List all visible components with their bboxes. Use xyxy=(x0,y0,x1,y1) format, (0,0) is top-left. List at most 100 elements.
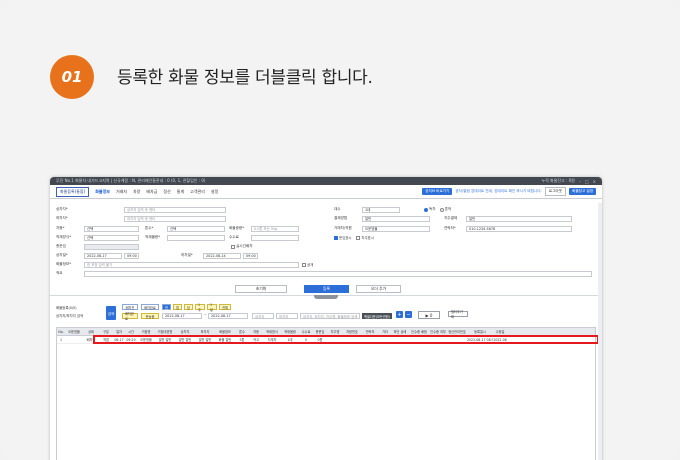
excel-download-button[interactable]: 엑셀다운(모든권한) xyxy=(362,313,392,319)
column-header[interactable]: 상태 xyxy=(83,329,99,334)
car-select[interactable]: 선택 xyxy=(84,225,139,232)
minimize-icon[interactable]: – xyxy=(579,179,581,184)
column-header[interactable]: 수수료 xyxy=(299,329,313,334)
column-header[interactable]: 차주명 xyxy=(327,329,343,334)
column-header[interactable]: 하차지 xyxy=(195,329,215,334)
nav-customers[interactable]: 고객관리 xyxy=(190,189,205,195)
driver-display-check[interactable]: 차주표시 xyxy=(356,235,374,240)
commission-input[interactable] xyxy=(251,234,299,241)
splitter-handle[interactable] xyxy=(314,295,338,299)
row-dates: 상차일* 2022-08-17 09:00 하차일* 2022-08-14 09… xyxy=(56,252,258,259)
realtime-dispatch-check[interactable]: 실시간배차 xyxy=(231,244,253,249)
radio-mixed[interactable]: 혼적 xyxy=(439,207,451,212)
status-chip-yellow-in-transit[interactable]: 운송중 xyxy=(141,313,159,319)
memo-input[interactable] xyxy=(84,270,592,277)
logout-button[interactable]: 로그아웃 xyxy=(544,187,567,196)
combo-consignee[interactable]: 하차지 xyxy=(276,313,298,319)
column-header[interactable]: 거점대표명 xyxy=(155,329,175,334)
column-header[interactable]: 적재물량 xyxy=(281,329,299,334)
keyword-search-input[interactable]: 상차지, 하차지, 차주명, 화물정보 검색 xyxy=(300,313,360,319)
column-header[interactable]: No. xyxy=(57,330,65,334)
filter-chip-week[interactable]: 1주 xyxy=(195,303,205,312)
add-order-button[interactable]: 오더 추가 xyxy=(356,285,401,293)
unload-date-input[interactable]: 2022-08-14 xyxy=(203,252,241,259)
cargo-weight-input[interactable]: 0.0톤 또는 0kg xyxy=(251,225,299,232)
consignee-input[interactable]: 하차지 입력 후 엔터 xyxy=(124,215,226,222)
filter-chip-total[interactable]: 전체 xyxy=(219,304,231,310)
driver-display-label: 차주표시 xyxy=(361,236,374,240)
cargo-info-input[interactable]: 한 포장 입력 불가 xyxy=(84,261,299,268)
filter-chip-2[interactable]: 접 xyxy=(173,304,182,310)
notice-button[interactable]: 공지M 바로가기 xyxy=(422,188,453,195)
column-header[interactable]: 시간 xyxy=(125,329,137,334)
maximize-icon[interactable]: □ xyxy=(585,179,589,184)
status-chip-before-dispatch[interactable]: 배차전 xyxy=(122,304,138,310)
ton-select[interactable]: 선택 xyxy=(167,225,225,232)
unload-time-select[interactable]: 09:00 xyxy=(243,252,258,259)
nav-dispatch-fee[interactable]: 배차금 xyxy=(146,189,157,195)
nav-clients[interactable]: 거래처 xyxy=(116,189,127,195)
nav-vehicles[interactable]: 차량 xyxy=(133,189,140,195)
column-header[interactable]: 구분 xyxy=(99,329,113,334)
play-button[interactable]: ▶ 0 xyxy=(418,311,440,319)
cargo-public-check[interactable]: 공개 xyxy=(302,262,313,267)
status-chip-dispatched[interactable]: 배차완료 xyxy=(141,304,159,310)
column-header[interactable]: 인수증 배정 xyxy=(409,329,429,334)
remove-row-button[interactable]: − xyxy=(405,311,412,318)
warehouse-settings-button[interactable]: 화물창고 설정 xyxy=(569,188,596,195)
shipper-input[interactable]: 상차지 입력 후 엔터 xyxy=(124,206,226,213)
load-method-select[interactable]: 선택 xyxy=(84,234,139,241)
column-header[interactable]: 등록일시 xyxy=(467,329,493,334)
reset-button[interactable]: 초기화 xyxy=(235,285,287,293)
column-header[interactable]: 정산관리번호 xyxy=(447,329,467,334)
notice-text[interactable]: 공지/알림 업데이트 안내, 업데이트 확인 하시기 바랍니다. xyxy=(455,189,541,194)
load-count-input[interactable] xyxy=(167,234,225,241)
column-header[interactable]: 기타 xyxy=(379,329,391,334)
load-date-input[interactable]: 2022-08-17 xyxy=(84,252,122,259)
column-header[interactable]: 하단 상태 xyxy=(391,329,409,334)
column-header[interactable]: 적재방식 xyxy=(263,329,281,334)
column-header[interactable]: 일자 xyxy=(113,329,125,334)
add-row-button[interactable]: + xyxy=(396,311,403,318)
menubar: 화물등록(통합) 화물정보 거래처 차량 배차금 정산 통계 고객관리 설정 공… xyxy=(50,185,602,199)
nav-statistics[interactable]: 통계 xyxy=(177,189,184,195)
fare-display-check[interactable]: 운임표시 xyxy=(334,235,351,240)
column-header[interactable]: 수정일 xyxy=(493,329,507,334)
filter-chip-3[interactable]: 당 xyxy=(184,304,193,310)
column-header[interactable]: 인수증 여부 xyxy=(429,329,447,334)
driver-pay-select[interactable]: 일반 xyxy=(466,215,572,222)
column-header[interactable]: 연락처 xyxy=(361,329,379,334)
date-to-input[interactable]: 2022-08-17 xyxy=(208,313,248,319)
count-select[interactable]: 1대 xyxy=(362,206,400,213)
date-from-input[interactable]: 2022-08-17 xyxy=(162,313,202,319)
column-header[interactable]: 톤수 xyxy=(235,329,249,334)
contact-phone-label: 연락처* xyxy=(444,226,456,230)
column-header[interactable]: 거점명 xyxy=(137,329,155,334)
screen-tab[interactable]: 화물등록(통합) xyxy=(56,186,90,197)
nav-settlement[interactable]: 정산 xyxy=(163,189,170,195)
column-header[interactable]: 오운영물 xyxy=(65,329,83,334)
filter-chip-all[interactable]: 전 xyxy=(162,304,171,310)
nav-cargo-info[interactable]: 화물정보 xyxy=(95,189,110,195)
column-header[interactable]: 차종 xyxy=(249,329,263,334)
form-actions: 초기화 등록 오더 추가 xyxy=(50,285,602,293)
status-chip-yellow-dispatched[interactable]: 배차완료 xyxy=(122,312,138,321)
column-header[interactable]: 상차지 xyxy=(175,329,195,334)
column-header[interactable]: 화물정보 xyxy=(215,329,235,334)
load-time-select[interactable]: 09:00 xyxy=(124,252,139,259)
column-header[interactable]: 차량번호 xyxy=(343,329,361,334)
filter-reset-button[interactable]: 필터초기화 xyxy=(448,310,468,319)
column-header[interactable]: 총운임 xyxy=(313,329,327,334)
pay-method-select[interactable]: 일반 xyxy=(362,215,430,222)
filter-chip-month[interactable]: 1달 xyxy=(207,303,217,312)
nav-settings[interactable]: 설정 xyxy=(211,189,218,195)
grid-toolbar: 화물등록(0/0) 상차지/하차지 검색 검색 배차전 배차완료 배차완료 운송… xyxy=(56,303,596,325)
close-icon[interactable]: × xyxy=(593,179,596,184)
register-button[interactable]: 등록 xyxy=(304,285,349,293)
vertical-scrollbar[interactable] xyxy=(598,203,602,460)
contact-phone-input[interactable]: 010-1234-5678 xyxy=(466,225,572,232)
contact-person-input[interactable]: 오운영물 xyxy=(362,225,430,232)
search-button[interactable]: 검색 xyxy=(106,306,116,320)
combo-shipper[interactable]: 상차지 xyxy=(252,313,274,319)
radio-solo[interactable]: 독차 xyxy=(424,207,436,212)
